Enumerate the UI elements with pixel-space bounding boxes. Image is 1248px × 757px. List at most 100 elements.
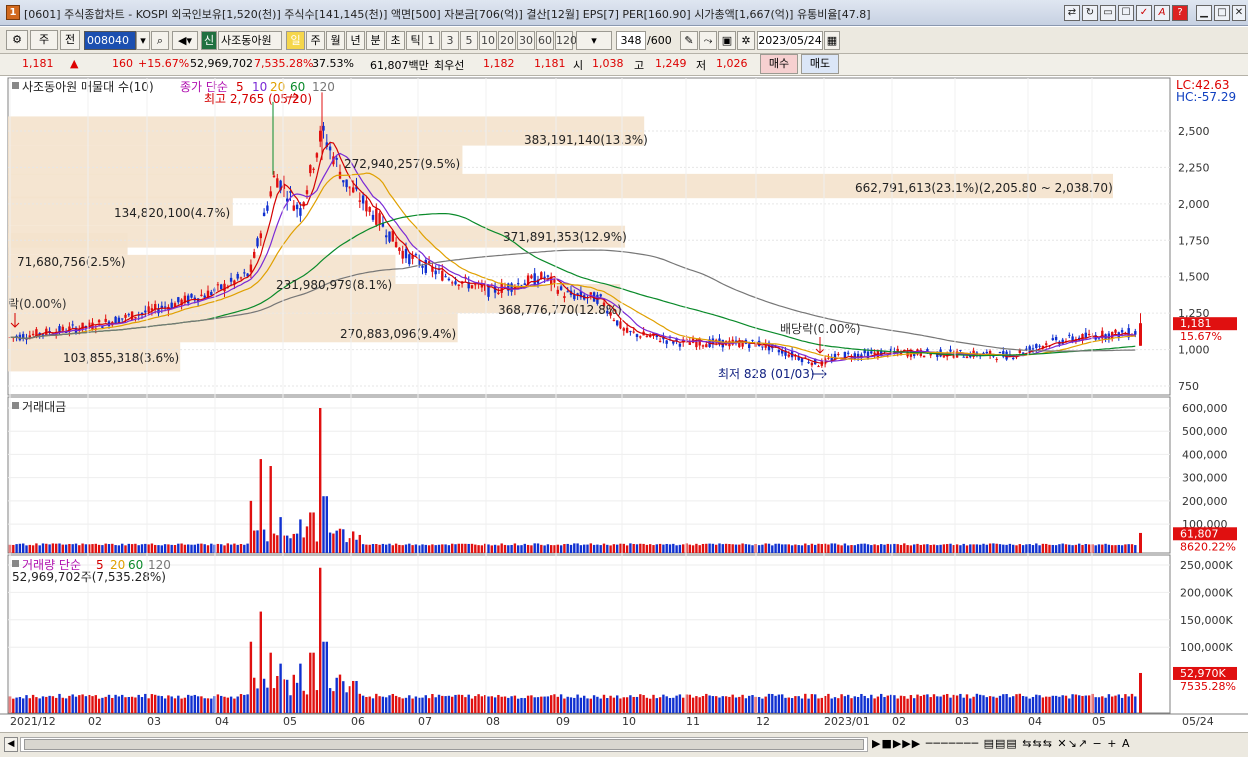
candle-body (272, 175, 276, 178)
x-axis-label: 09 (556, 715, 570, 728)
period-tab-4[interactable]: 분 (366, 31, 385, 50)
period-tab-5[interactable]: 초 (386, 31, 405, 50)
volume-bar (880, 693, 883, 713)
period-select[interactable]: 주 (30, 30, 58, 50)
playback-controls[interactable]: ▶■▶▶▶ ─────── ▤▤▤ ⇆⇆⇆ ✕↘↗ − + A (872, 737, 1131, 750)
amount-bar (992, 543, 995, 553)
amount-bar (899, 544, 903, 553)
volume-bar (391, 693, 394, 713)
amount-bar (447, 545, 451, 553)
interval-tab-20[interactable]: 20 (498, 31, 516, 50)
amount-bar (523, 543, 526, 553)
volume-profile-label: 383,191,140(13.3%) (524, 133, 648, 147)
amount-bar (272, 533, 276, 553)
volume-bar (276, 676, 279, 713)
candle-body (101, 326, 104, 328)
amount-bar (833, 543, 837, 553)
volume-profile-label: 662,791,613(23.1%)(2,205.80 ~ 2,038.70) (855, 181, 1113, 195)
amount-bar (566, 543, 569, 553)
chart-area[interactable]: 2,500 2,250 2,000 1,750 1,500 1,250 1,000 750 10… (0, 77, 1248, 732)
amount-bar (837, 544, 840, 553)
volume-bar (939, 696, 942, 713)
volume-bar (731, 694, 734, 713)
volume-bar (995, 697, 998, 713)
interval-tab-5[interactable]: 5 (460, 31, 478, 50)
scrollbar[interactable]: ◀ ▶■▶▶▶ ─────── ▤▤▤ ⇆⇆⇆ ✕↘↗ − + A (0, 732, 1248, 757)
amount-bar (470, 543, 474, 553)
interval-tab-60[interactable]: 60 (536, 31, 554, 50)
amount-bar (451, 543, 454, 553)
amount-bar (583, 544, 586, 553)
volume-bar (1074, 694, 1078, 713)
print-icon[interactable]: ✓ (1136, 5, 1152, 21)
interval-tab-120[interactable]: 120 (555, 31, 577, 50)
amount-bar (1012, 544, 1015, 553)
tool1-icon[interactable]: ✎ (680, 31, 698, 50)
font-icon[interactable]: A (1154, 5, 1170, 21)
scroll-left-icon[interactable]: ◀ (4, 737, 18, 752)
volume-bar (1048, 696, 1051, 713)
hc-label: HC:-57.29 (1176, 90, 1236, 104)
save-icon[interactable]: ▣ (718, 31, 736, 50)
amount-bar (998, 544, 1002, 553)
interval-tab-3[interactable]: 3 (441, 31, 459, 50)
buy-button[interactable]: 매수 (760, 54, 798, 74)
amount-bar (183, 544, 187, 553)
period-tab-0[interactable]: 일 (286, 31, 305, 50)
candle-body (236, 273, 239, 279)
high-value: 1,249 (655, 57, 687, 70)
count-dropdown[interactable]: ▾ (576, 31, 612, 50)
link-icon[interactable]: ⇄ (1064, 5, 1080, 21)
period-tab-3[interactable]: 년 (346, 31, 365, 50)
volume-bar (239, 694, 243, 713)
amount-bar (880, 544, 883, 553)
sell-button[interactable]: 매도 (801, 54, 839, 74)
period-tab-1[interactable]: 주 (306, 31, 325, 50)
interval-tab-30[interactable]: 30 (517, 31, 535, 50)
amount-bar (995, 543, 998, 553)
maximize-button[interactable]: □ (1214, 5, 1230, 21)
volume-bar (530, 695, 533, 713)
candle-body (998, 352, 1002, 354)
stock-code-input[interactable]: 008040 (84, 31, 136, 50)
count-input[interactable]: 348 (616, 31, 646, 50)
volume-bar (81, 694, 84, 713)
candle-body (358, 200, 361, 202)
period-tab-2[interactable]: 월 (326, 31, 345, 50)
gear-icon[interactable]: ✲ (737, 31, 755, 50)
refresh-icon[interactable]: ↻ (1082, 5, 1098, 21)
volume-bar (411, 698, 414, 713)
candle-body (97, 320, 101, 323)
amount-bar (797, 545, 800, 553)
search-icon[interactable]: ⌕ (151, 31, 169, 50)
pin-icon[interactable]: ☐ (1118, 5, 1134, 21)
volume-bar (1071, 694, 1074, 713)
tool2-icon[interactable]: ⤳ (699, 31, 717, 50)
settings-icon[interactable]: ⚙ (6, 30, 28, 50)
calendar-icon[interactable]: ▦ (824, 31, 840, 50)
candle-body (444, 276, 447, 278)
code-dropdown-icon[interactable]: ▾ (136, 31, 150, 50)
window-icon[interactable]: ▭ (1100, 5, 1116, 21)
speaker-icon[interactable]: ◀▾ (172, 31, 198, 50)
x-axis-label: 06 (351, 715, 365, 728)
date-input[interactable]: 2023/05/24 (757, 31, 823, 50)
x-axis-label: 02 (88, 715, 102, 728)
volume-bar (35, 697, 38, 713)
interval-tab-10[interactable]: 10 (479, 31, 497, 50)
dividend-marker-left: 락(0.00%) (8, 297, 67, 311)
amount-bar (1124, 544, 1127, 553)
all-button[interactable]: 전 (60, 30, 80, 50)
candle-body (41, 334, 45, 336)
volume-bar (583, 695, 586, 713)
scroll-thumb[interactable] (24, 739, 864, 750)
minimize-button[interactable]: ▁ (1196, 5, 1212, 21)
close-button[interactable]: ✕ (1232, 5, 1246, 21)
quote-bar: 1,181 ▲ 160 +15.67% 52,969,702 7,535.28%… (0, 54, 1248, 76)
stock-chart-svg[interactable]: 2,5002,2502,0001,7501,5001,2501,00075010… (0, 77, 1248, 732)
volume-bar (533, 697, 536, 713)
new-badge[interactable]: 신 (201, 31, 217, 50)
volume-bar (467, 694, 470, 713)
interval-tab-1[interactable]: 1 (422, 31, 440, 50)
help-icon[interactable]: ? (1172, 5, 1188, 21)
